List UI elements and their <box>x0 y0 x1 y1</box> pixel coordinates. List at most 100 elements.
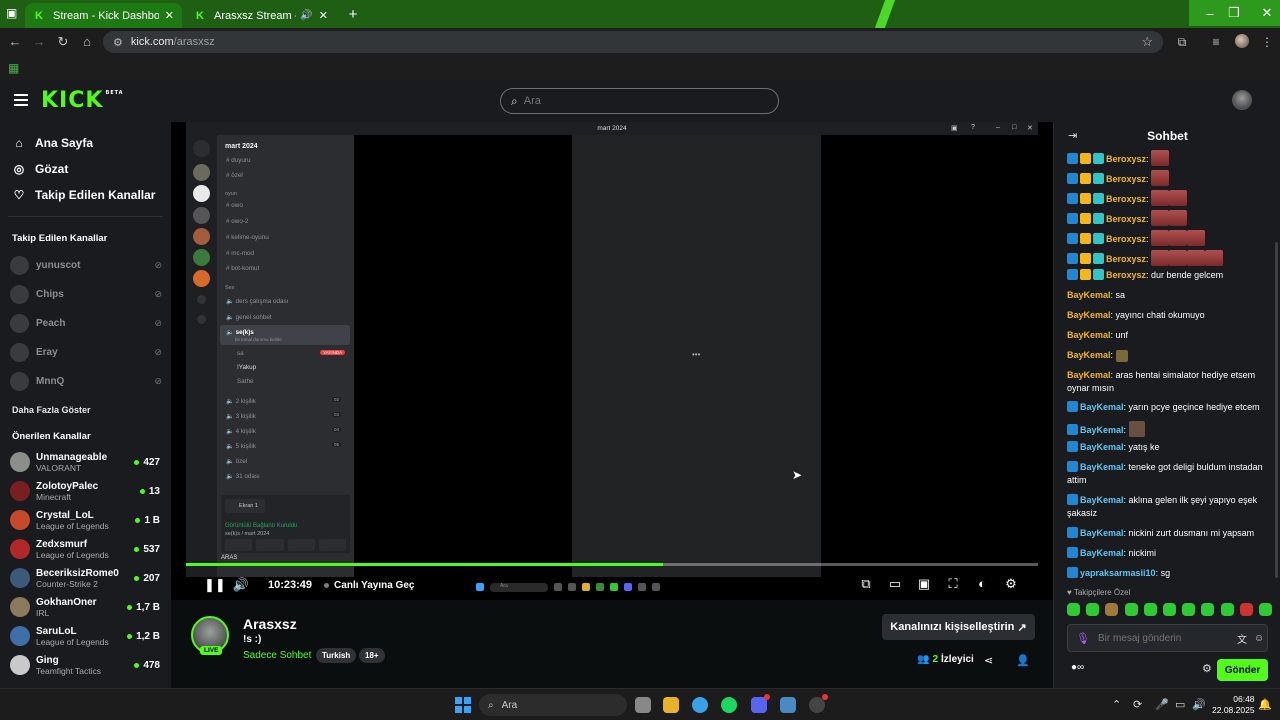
chat-input[interactable] <box>1097 632 1230 644</box>
kick-logo[interactable]: KICK BETA <box>41 88 124 113</box>
windows-start-icon[interactable] <box>455 697 471 713</box>
chat-username[interactable]: Beroxysz <box>1106 154 1146 164</box>
new-tab-button[interactable]: + <box>344 6 362 24</box>
chat-username[interactable]: Beroxysz <box>1106 270 1146 280</box>
send-button[interactable]: Gönder <box>1217 659 1268 681</box>
tab-search-icon[interactable]: ▣ <box>6 6 17 20</box>
theater-mode-icon[interactable]: ▭ <box>886 576 904 592</box>
recommended-channel[interactable]: Ging Teamfight Tactics 478 <box>10 651 160 679</box>
steam-icon[interactable] <box>780 697 796 713</box>
chat-username[interactable]: BayKemal <box>1067 350 1111 360</box>
browser-profile-avatar[interactable] <box>1235 34 1249 48</box>
tag-badge[interactable]: 18+ <box>359 648 385 663</box>
recommended-channel[interactable]: Zedxsmurf League of Legends 537 <box>10 535 160 563</box>
tab-kick-dashboard[interactable]: K Stream - Kick Dashboard ✕ <box>25 3 182 28</box>
recommended-channel[interactable]: Unmanageable VALORANT 427 <box>10 448 160 476</box>
chat-scrollbar[interactable] <box>1275 242 1278 578</box>
sync-icon[interactable]: ⟳ <box>1133 698 1142 711</box>
emote-icon[interactable] <box>1086 603 1100 616</box>
system-clock[interactable]: 06:48 22.08.2025 <box>1212 694 1255 716</box>
taskbar-search[interactable]: ⌕ Ara <box>479 694 627 716</box>
chat-username[interactable]: Beroxysz <box>1106 194 1146 204</box>
chat-username[interactable]: BayKemal <box>1080 495 1124 505</box>
restore-button[interactable]: ❐ <box>1214 0 1254 26</box>
emote-icon[interactable] <box>1258 603 1272 616</box>
chat-username[interactable]: BayKemal <box>1080 425 1124 435</box>
followed-channel[interactable]: Eray ⊘ <box>10 340 162 364</box>
emoji-icon[interactable]: ☺ <box>1254 633 1264 644</box>
microphone-icon[interactable]: 🎤 <box>1155 698 1169 711</box>
extensions-icon[interactable]: ⧉ <box>1173 33 1191 51</box>
apps-grid-icon[interactable]: ▦ <box>8 61 19 75</box>
emote-icon[interactable] <box>1220 603 1234 616</box>
nav-following[interactable]: ♡ Takip Edilen Kanallar <box>12 183 156 207</box>
tray-chevron-icon[interactable]: ⌃ <box>1112 698 1121 711</box>
back-button[interactable]: ← <box>6 33 24 51</box>
emote-icon[interactable] <box>1239 603 1253 616</box>
tag-badge[interactable]: Turkish <box>316 648 357 663</box>
recommended-channel[interactable]: ZolotoyPalec Minecraft 13 <box>10 477 160 505</box>
chat-input-box[interactable]: 🎙 文 ☺ <box>1067 624 1268 652</box>
speed-icon[interactable]: ◐ <box>973 576 991 592</box>
nav-home[interactable]: ⌂ Ana Sayfa <box>12 131 93 155</box>
site-search[interactable]: ⌕ <box>500 88 779 114</box>
chat-username[interactable]: BayKemal <box>1080 462 1124 472</box>
chat-username[interactable]: BayKemal <box>1080 402 1124 412</box>
close-tab-icon[interactable]: ✕ <box>165 9 174 22</box>
go-live-button[interactable]: Canlı Yayına Geç <box>324 580 414 591</box>
chat-username[interactable]: yapraksarmasii10 <box>1080 568 1156 578</box>
emote-icon[interactable] <box>1143 603 1157 616</box>
forward-button[interactable]: → <box>30 33 48 51</box>
chat-username[interactable]: BayKemal <box>1067 370 1111 380</box>
progress-bar[interactable] <box>186 563 1038 566</box>
stream-category[interactable]: Sadece Sohbet <box>243 650 311 661</box>
notifications-icon[interactable]: 🔔 <box>1258 698 1272 711</box>
emote-icon[interactable] <box>1201 603 1215 616</box>
chat-username[interactable]: BayKemal <box>1067 330 1111 340</box>
emote-icon[interactable] <box>1105 603 1119 616</box>
network-icon[interactable]: ▭ <box>1175 698 1185 711</box>
translate-icon[interactable]: 文 <box>1237 631 1247 646</box>
volume-icon[interactable]: 🔊 <box>1192 698 1206 711</box>
chat-username[interactable]: BayKemal <box>1080 528 1124 538</box>
search-input[interactable] <box>523 95 754 107</box>
followed-channel[interactable]: yunuscot ⊘ <box>10 253 162 277</box>
chat-username[interactable]: Beroxysz <box>1106 254 1146 264</box>
chat-username[interactable]: Beroxysz <box>1106 174 1146 184</box>
miniplayer-icon[interactable]: ⧉ <box>857 576 875 592</box>
chat-username[interactable]: BayKemal <box>1080 548 1124 558</box>
menu-hamburger-icon[interactable] <box>14 94 28 106</box>
video-player[interactable]: mart 2024 ▣ ? – □ ✕ mart 2024 # duyuru #… <box>171 122 1053 600</box>
discord-icon[interactable] <box>751 694 770 713</box>
volume-icon[interactable]: 🔊 <box>232 577 250 593</box>
emote-icon[interactable] <box>1067 603 1080 616</box>
recommended-channel[interactable]: BeceriksizRome0 Counter-Strike 2 207 <box>10 564 160 592</box>
emote-icon[interactable] <box>1124 603 1138 616</box>
emote-icon[interactable] <box>1162 603 1176 616</box>
chat-username[interactable]: BayKemal <box>1067 310 1111 320</box>
followed-channel[interactable]: Chips ⊘ <box>10 282 162 306</box>
bookmark-star-icon[interactable]: ☆ <box>1141 34 1153 50</box>
chrome-icon[interactable] <box>692 697 708 713</box>
recommended-channel[interactable]: SaruLoL League of Legends 1,2 B <box>10 622 160 650</box>
spotify-icon[interactable] <box>721 697 737 713</box>
channel-name[interactable]: Arasxsz <box>243 616 297 632</box>
media-control-icon[interactable]: ≡ <box>1207 33 1225 51</box>
obs-icon[interactable] <box>809 694 828 713</box>
followed-channel[interactable]: MnnQ ⊘ <box>10 369 162 393</box>
recommended-channel[interactable]: Crystal_LoL League of Legends 1 B <box>10 506 160 534</box>
chat-username[interactable]: BayKemal <box>1067 290 1111 300</box>
close-window-button[interactable]: ✕ <box>1254 0 1280 26</box>
microphone-icon[interactable]: 🎙 <box>1076 632 1090 645</box>
show-more-link[interactable]: Daha Fazla Göster <box>12 405 91 415</box>
user-avatar[interactable] <box>1232 90 1252 110</box>
home-icon[interactable]: ⌂ <box>78 33 96 51</box>
site-info-icon[interactable]: ⚙ <box>113 36 123 49</box>
emote-icon[interactable] <box>1182 603 1196 616</box>
file-explorer-icon[interactable] <box>663 697 679 713</box>
chat-settings-icon[interactable]: ⚙ <box>1202 662 1212 675</box>
moderator-icon[interactable]: 👤 <box>1016 654 1030 667</box>
pause-icon[interactable]: ❚❚ <box>204 577 226 593</box>
task-view-icon[interactable] <box>635 697 651 713</box>
customize-channel-button[interactable]: Kanalınızı kişiselleştirin ↗ <box>882 614 1035 640</box>
